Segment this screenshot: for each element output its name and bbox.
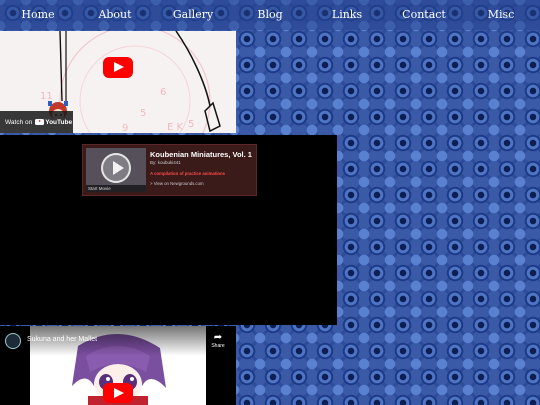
share-button[interactable]: ➦ Share <box>208 332 228 349</box>
watch-on-label: Watch on <box>5 118 33 126</box>
movie-thumbnail[interactable]: Start Movie <box>86 148 146 192</box>
svg-text:E K: E K <box>167 122 183 133</box>
svg-text:11: 11 <box>40 91 53 102</box>
youtube-logo-text: YouTube <box>45 118 73 126</box>
svg-text:6: 6 <box>160 87 166 98</box>
watch-on-youtube-button[interactable]: Watch on YouTube <box>0 111 73 133</box>
movie-description: A compilation of practice animations <box>150 171 226 176</box>
start-movie-play-icon[interactable] <box>101 153 131 183</box>
nav-links-link[interactable]: Links <box>332 8 362 21</box>
newgrounds-card[interactable]: Start Movie Koubenian Miniatures, Vol. 1… <box>82 144 257 196</box>
youtube-logo-icon: YouTube <box>35 119 72 126</box>
nav-gallery-link[interactable]: Gallery <box>173 8 213 21</box>
movie-title: Koubenian Miniatures, Vol. 1 <box>150 150 252 159</box>
youtube-play-icon-2[interactable] <box>103 383 133 403</box>
video-title[interactable]: Sukuna and her Mallet <box>27 336 97 343</box>
view-on-newgrounds-link[interactable]: > View on Newgrounds.com <box>150 181 204 186</box>
svg-text:5: 5 <box>140 108 146 119</box>
nav-home-link[interactable]: Home <box>21 8 54 21</box>
nav-about-link[interactable]: About <box>98 8 131 21</box>
share-label: Share <box>211 343 225 349</box>
youtube-play-icon[interactable] <box>103 57 133 78</box>
nav-blog-link[interactable]: Blog <box>257 8 282 21</box>
movie-author: By: koubuki441 <box>150 160 181 165</box>
share-arrow-icon: ➦ <box>213 332 223 343</box>
nav-contact-link[interactable]: Contact <box>402 8 446 21</box>
svg-text:5: 5 <box>188 119 194 130</box>
top-nav: Home About Gallery Blog Links Contact Mi… <box>0 0 540 30</box>
youtube-embed-1[interactable]: 5 11 6 1 9 5 E K Watch on YouTube <box>0 31 236 133</box>
svg-text:9: 9 <box>122 123 128 133</box>
youtube-embed-2[interactable]: Sukuna and her Mallet ➦ Share <box>0 326 236 405</box>
channel-avatar[interactable] <box>5 333 21 349</box>
start-movie-label[interactable]: Start Movie <box>86 185 146 192</box>
nav-misc-link[interactable]: Misc <box>488 8 515 21</box>
